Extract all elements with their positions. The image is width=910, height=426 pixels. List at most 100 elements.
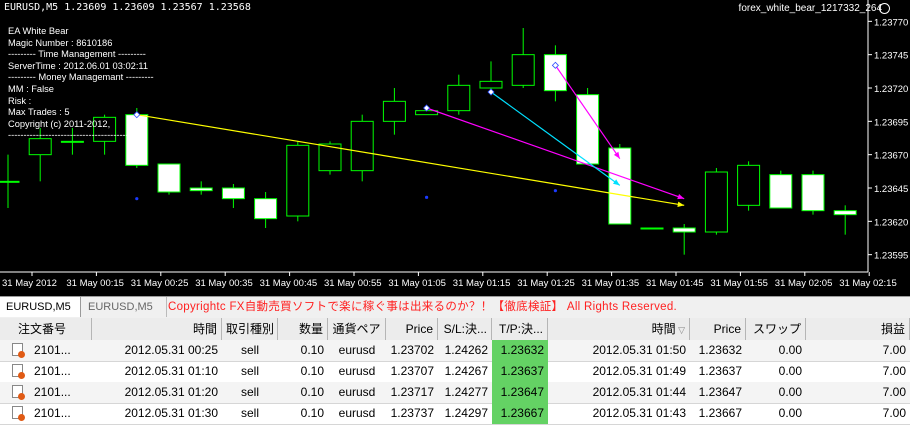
column-header-label: 取引種別 [226,322,275,336]
ea-info-line: EA White Bear [8,26,69,36]
column-header-label: Price [405,322,433,336]
table-cell: 2101... [34,364,71,378]
column-header[interactable]: 取引種別 [222,318,278,340]
column-header-label: 損益 [880,322,905,336]
chart-tab-active[interactable]: EURUSD,M5 [0,297,81,317]
time-label: 31 May 00:25 [131,278,189,289]
column-header[interactable]: S/L:決... [438,318,492,340]
table-cell: 1.24267 [444,364,488,378]
candle-body [576,94,600,165]
table-cell: 2012.05.31 01:50 [592,343,686,357]
table-cell: sell [240,364,259,378]
table-cell: 1.24262 [444,343,488,357]
table-cell: 1.23707 [390,364,434,378]
table-cell: eurusd [338,385,376,399]
column-header[interactable]: 通貨ペア [328,318,386,340]
table-cell: 2012.05.31 00:25 [124,343,218,357]
table-row[interactable]: 2101... 2012.05.31 01:10 sell 0.10 eurusd 1.2… [0,361,910,383]
table-cell: 1.23702 [390,343,434,357]
table-cell: sell [240,343,259,357]
time-label: 31 May 00:15 [66,278,124,289]
table-cell: 2012.05.31 01:49 [592,364,686,378]
expert-advisor-name: forex_white_bear_1217332_264 [738,3,882,14]
candle-body [382,100,406,122]
column-header-label: 時間 [192,322,217,336]
table-cell: 0.00 [778,343,802,357]
table-row[interactable]: 2101... 2012.05.31 01:20 sell 0.10 eurusd 1.2… [0,382,910,404]
column-header[interactable]: 注文番号 [0,318,92,340]
signal-dot [135,197,139,201]
trade-history-table: 注文番号 時間 取引種別 数量 通貨ペア Price S/L:決... T/P:決... 時間 … [0,318,910,426]
table-cell: 1.23647 [698,385,742,399]
column-header-label: スワップ [752,322,801,336]
table-cell: 2101... [34,343,71,357]
table-cell: 1.23632 [492,340,548,361]
time-label: 31 May 01:15 [453,278,511,289]
column-header[interactable]: 時間 [92,318,222,340]
signal-dot [553,189,558,193]
time-label: 31 May 02:15 [839,278,897,289]
table-cell: 2012.05.31 01:20 [124,385,218,399]
time-label: 31 May 00:45 [260,278,318,289]
candle-body [511,54,535,86]
table-cell: 1.23667 [698,406,742,420]
table-cell: 7.00 [882,385,906,399]
ea-info-line: ----------------------------------------… [8,130,139,141]
candle-body [769,174,793,209]
trade-entry-marker [423,104,431,112]
column-header[interactable]: スワップ [746,318,806,340]
candle-body [157,163,181,193]
ea-info-line: MM : False [8,83,54,94]
table-cell: 2012.05.31 01:30 [124,406,218,420]
time-label: 31 May 02:05 [775,278,833,289]
candle-body [801,174,825,212]
table-cell: 1.24297 [444,406,488,420]
table-cell: 1.24277 [444,385,488,399]
table-cell: 1.23647 [492,382,548,403]
time-label: 31 May 00:55 [324,278,382,289]
table-cell: 2012.05.31 01:44 [592,385,686,399]
candle-body [0,180,20,183]
candle-body [350,120,374,172]
table-cell: 1.23667 [492,403,548,424]
candle-body [672,227,696,233]
table-cell: 1.23637 [492,361,548,382]
price-label: 1.23645 [874,184,908,195]
table-cell: eurusd [338,343,376,357]
table-cell: 2012.05.31 01:10 [124,364,218,378]
table-cell: 0.10 [300,343,324,357]
ea-info-line: ServerTime : 2012.06.01 03:02:11 [8,60,149,71]
table-row[interactable]: 2101... 2012.05.31 01:30 sell 0.10 eurusd 1.2… [0,403,910,425]
candle-body [543,54,567,92]
trade-line [136,114,685,206]
column-header[interactable]: 損益 [806,318,910,340]
time-label: 31 May 01:35 [582,278,640,289]
time-label: 31 May 01:45 [646,278,704,289]
column-header-label: Price [713,322,741,336]
ea-info-panel: EA White Bear Magic Number : 8610186 -----… [8,26,154,142]
ea-info-line: Copyright (c) 2011-2012, [8,118,113,129]
trade-arrowhead [677,201,685,207]
chart-tab[interactable]: EURUSD,M5 [82,297,167,317]
column-header-label: 通貨ペア [332,322,381,336]
price-label: 1.23745 [874,51,908,62]
table-cell: 2101... [34,385,71,399]
candle-body [640,227,664,230]
price-chart[interactable]: 1.23770 1.23745 1.23720 1.23695 1.23670 1.236… [0,0,910,296]
price-label: 1.23670 [874,151,908,162]
column-header[interactable]: 数量 [278,318,328,340]
column-header[interactable]: T/P:決... [492,318,548,340]
price-label: 1.23695 [874,117,908,128]
table-cell: 0.00 [778,406,802,420]
column-header[interactable]: 時間 ▽ [548,318,690,340]
table-cell: 1.23637 [698,364,742,378]
trade-line [490,91,621,186]
column-header[interactable]: Price [690,318,746,340]
table-cell: 2012.05.31 01:43 [592,406,686,420]
column-header[interactable]: Price [386,318,438,340]
table-cell: eurusd [338,364,376,378]
table-cell: 0.00 [778,364,802,378]
table-row[interactable]: 2101... 2012.05.31 00:25 sell 0.10 eurusd 1.2… [0,340,910,362]
column-header-label: S/L:決... [443,322,487,336]
table-cell: eurusd [338,406,376,420]
